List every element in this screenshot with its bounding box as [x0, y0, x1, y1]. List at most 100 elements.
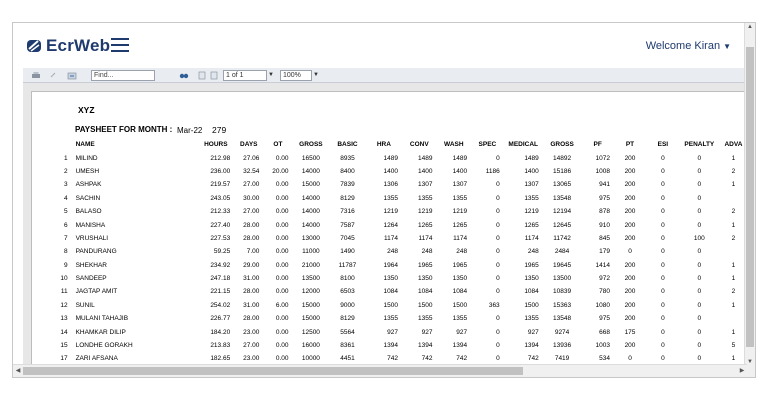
- page-select[interactable]: 1 of 1: [223, 69, 267, 81]
- column-header: GROSS: [299, 141, 323, 149]
- brand-logo[interactable]: EcrWeb: [26, 36, 110, 56]
- table-cell: 1186: [485, 167, 500, 175]
- column-header: [56, 138, 70, 151]
- table-cell: 15000: [301, 315, 320, 323]
- table-cell: 1355: [383, 194, 399, 202]
- report-page: XYZ PAYSHEET FOR MONTH : Mar-22 279 NAME…: [31, 91, 747, 368]
- table-cell: 1265: [452, 221, 468, 229]
- table-cell: 363: [488, 301, 500, 309]
- table-cell: 100: [693, 234, 705, 242]
- table-cell: 212.98: [210, 154, 231, 162]
- zoom-dropdown-icon[interactable]: ▼: [313, 72, 319, 78]
- table-cell: 247.18: [210, 275, 231, 283]
- employee-name-cell: SUNIL: [75, 301, 95, 309]
- table-cell: 0: [661, 234, 665, 242]
- table-cell: 13000: [301, 234, 320, 242]
- table-cell: 0: [697, 261, 702, 269]
- scroll-up-icon[interactable]: ▲: [745, 23, 755, 32]
- logo-icon: [27, 40, 41, 52]
- table-cell: 1174: [453, 234, 468, 242]
- table-cell: 0: [661, 167, 665, 175]
- table-cell: 12194: [553, 208, 572, 216]
- table-cell: 30.00: [243, 194, 260, 202]
- table-cell: 780: [599, 288, 610, 296]
- binoculars-icon[interactable]: [179, 71, 189, 80]
- table-row: 14 KHAMKAR DILIP 184.20 23.00 0.00 12500 5564 9…: [56, 325, 747, 338]
- next-page-icon[interactable]: [209, 71, 219, 80]
- table-cell: 941: [599, 181, 610, 189]
- table-cell: 254.02: [210, 301, 231, 309]
- table-cell: 7: [63, 234, 68, 242]
- table-cell: 7.00: [246, 248, 260, 256]
- horizontal-scrollbar[interactable]: ◀ ▶: [13, 364, 747, 377]
- table-cell: 975: [599, 194, 610, 202]
- table-cell: 0: [628, 248, 632, 256]
- table-cell: 27.00: [243, 181, 260, 189]
- table-row: 3 ASHPAK 219.57 27.00 0.00 15000 7839 1306 1307 1…: [56, 178, 747, 191]
- table-cell: 6.00: [275, 301, 289, 309]
- table-cell: 2: [63, 167, 68, 175]
- table-cell: 1307: [524, 181, 539, 189]
- table-cell: 1500: [418, 301, 433, 309]
- table-cell: 248: [387, 248, 399, 256]
- table-cell: 0: [661, 208, 665, 216]
- table-cell: 0: [496, 221, 500, 229]
- table-cell: 927: [421, 328, 433, 336]
- table-cell: 0: [697, 181, 702, 189]
- table-cell: 0.00: [275, 275, 289, 283]
- vertical-scrollbar[interactable]: ▲ ▼: [744, 23, 755, 377]
- table-cell: 13500: [301, 275, 320, 283]
- scroll-left-icon[interactable]: ◀: [13, 365, 23, 377]
- table-cell: 9: [63, 261, 68, 269]
- table-cell: 1400: [418, 167, 433, 175]
- table-cell: 11: [60, 288, 68, 296]
- table-cell: 15363: [553, 301, 572, 309]
- table-cell: 15000: [301, 301, 320, 309]
- table-cell: 0: [496, 181, 500, 189]
- table-cell: 1400: [524, 167, 539, 175]
- table-cell: 0: [496, 261, 500, 269]
- scroll-right-icon[interactable]: ▶: [737, 365, 747, 377]
- menu-icon[interactable]: [111, 38, 129, 52]
- vertical-scroll-thumb[interactable]: [746, 47, 754, 347]
- table-cell: 1: [731, 181, 736, 189]
- table-cell: 1084: [452, 288, 468, 296]
- table-cell: 184.20: [210, 328, 231, 336]
- table-cell: 1489: [418, 154, 433, 162]
- find-input[interactable]: Find...: [91, 69, 155, 81]
- table-cell: 11787: [338, 261, 357, 269]
- table-cell: 0.00: [275, 261, 289, 269]
- table-cell: 1355: [452, 194, 468, 202]
- print-icon[interactable]: [31, 71, 41, 80]
- table-cell: 248: [527, 248, 539, 256]
- table-cell: 200: [624, 342, 636, 350]
- column-header: ESI: [657, 141, 669, 149]
- table-cell: 8935: [340, 154, 355, 162]
- table-cell: 1964: [383, 261, 399, 269]
- table-cell: 13065: [553, 181, 572, 189]
- table-cell: 20.00: [272, 167, 289, 175]
- table-cell: [719, 192, 747, 205]
- app-window: EcrWeb Welcome Kiran ▼ Find... 1 of 1 ▼ 10…: [12, 22, 756, 378]
- user-menu[interactable]: Welcome Kiran ▼: [646, 40, 731, 52]
- prev-page-icon[interactable]: [197, 71, 207, 80]
- table-cell: 28.00: [243, 234, 260, 242]
- table-cell: 0.00: [275, 221, 289, 229]
- column-header: HRA: [376, 141, 391, 149]
- table-cell: 1307: [418, 181, 433, 189]
- table-cell: 200: [624, 301, 636, 309]
- employee-name-cell: SHEKHAR: [75, 261, 108, 269]
- employee-name-cell: MILIND: [75, 154, 98, 162]
- table-cell: 8129: [340, 194, 355, 202]
- table-cell: 248: [421, 248, 433, 256]
- horizontal-scroll-thumb[interactable]: [23, 367, 523, 375]
- back-icon[interactable]: [49, 71, 59, 80]
- zoom-select[interactable]: 100%: [279, 69, 312, 81]
- table-cell: 0: [697, 248, 702, 256]
- export-icon[interactable]: [67, 71, 77, 80]
- table-cell: 1394: [418, 342, 433, 350]
- page-dropdown-icon[interactable]: ▼: [268, 72, 274, 78]
- table-cell: 200: [624, 288, 636, 296]
- table-cell: 0: [496, 342, 500, 350]
- table-cell: 9000: [340, 301, 355, 309]
